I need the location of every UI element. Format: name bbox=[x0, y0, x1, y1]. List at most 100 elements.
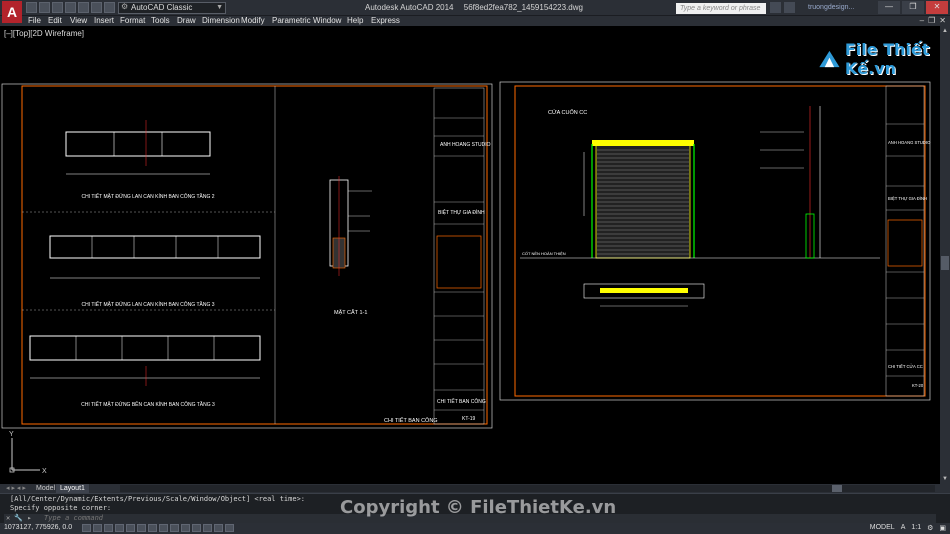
command-history-line: [All/Center/Dynamic/Extents/Previous/Sca… bbox=[10, 495, 306, 503]
dynamic-input-icon[interactable] bbox=[181, 524, 190, 532]
menu-window[interactable]: Window bbox=[313, 16, 341, 26]
transparency-icon[interactable] bbox=[203, 524, 212, 532]
selection-cycling-icon[interactable] bbox=[225, 524, 234, 532]
doc-restore-icon[interactable]: ❐ bbox=[928, 16, 935, 26]
cursor-coordinates[interactable]: 1073127, 775926, 0.0 bbox=[4, 524, 72, 531]
command-controls-icon[interactable]: ✕ 🔧 ▸ bbox=[6, 514, 32, 523]
3d-object-snap-icon[interactable] bbox=[148, 524, 157, 532]
clean-screen-icon[interactable]: ▣ bbox=[939, 524, 946, 532]
tb-image-box bbox=[887, 219, 923, 267]
save-icon[interactable] bbox=[52, 2, 63, 13]
command-placeholder: Type a command bbox=[44, 514, 104, 522]
tab-layout1[interactable]: Layout1 bbox=[56, 484, 89, 493]
roller-door: CỐT NỀN HOÀN THIỆN bbox=[520, 140, 880, 259]
vertical-scrollbar[interactable]: ▲ ▼ bbox=[940, 26, 950, 484]
lineweight-icon[interactable] bbox=[192, 524, 201, 532]
menu-express[interactable]: Express bbox=[371, 16, 400, 26]
infocenter-icons bbox=[770, 2, 795, 13]
tb-sheet-no: KT-19 bbox=[462, 416, 476, 422]
scroll-up-icon[interactable]: ▲ bbox=[940, 26, 950, 36]
copyright-watermark: Copyright © FileThietKe.vn bbox=[340, 497, 617, 518]
scroll-thumb[interactable] bbox=[832, 485, 842, 492]
svg-text:X: X bbox=[42, 468, 47, 475]
close-button[interactable]: ✕ bbox=[926, 1, 948, 14]
undo-icon[interactable] bbox=[91, 2, 102, 13]
status-bar: 1073127, 775926, 0.0 MODEL A 1:1 ⚙ ▣ bbox=[0, 523, 950, 534]
sheet-right: CỬA CUỐN CC CỐT NỀN HOÀN THIỆN ANH HOANG… bbox=[499, 81, 931, 401]
title-block-left: ANH HOANG STUDIO BIỆT THỰ GIA ĐÌNH CHI T… bbox=[433, 87, 491, 425]
section-title: MẶT CẮT 1-1 bbox=[334, 308, 367, 316]
drawing-title: CHI TIẾT MẶT ĐỨNG BÊN CAN KÍNH BAN CÔNG … bbox=[81, 400, 215, 408]
workspace-value: AutoCAD Classic bbox=[131, 3, 193, 12]
command-history-line: Specify opposite corner: bbox=[10, 504, 112, 512]
annotation-visibility-icon[interactable]: A bbox=[901, 524, 906, 532]
doc-close-icon[interactable]: ✕ bbox=[939, 16, 946, 26]
plot-icon[interactable] bbox=[78, 2, 89, 13]
annotation-scale-button[interactable]: 1:1 bbox=[911, 524, 921, 532]
snap-mode-icon[interactable] bbox=[93, 524, 102, 532]
object-snap-tracking-icon[interactable] bbox=[159, 524, 168, 532]
search-input[interactable]: Type a keyword or phrase bbox=[676, 3, 766, 14]
menu-modify[interactable]: Modify bbox=[241, 16, 265, 26]
tb-project: BIỆT THỰ GIA ĐÌNH bbox=[438, 208, 485, 216]
workspace-dropdown[interactable]: AutoCAD Classic ▼ bbox=[118, 2, 226, 14]
scroll-down-icon[interactable]: ▼ bbox=[940, 474, 950, 484]
scroll-thumb[interactable] bbox=[941, 256, 949, 270]
menu-help[interactable]: Help bbox=[347, 16, 363, 26]
workspace-switch-icon[interactable]: ⚙ bbox=[927, 524, 933, 532]
horizontal-scrollbar[interactable] bbox=[120, 485, 935, 492]
document-controls: – ❐ ✕ bbox=[920, 16, 946, 26]
drawing-canvas: CHI TIẾT MẶT ĐỨNG LAN CAN KÍNH BAN CÔNG … bbox=[1, 81, 931, 475]
plan-door bbox=[600, 288, 688, 293]
drawing-viewport[interactable]: [–][Top][2D Wireframe] CHI TIẾT MẶT ĐỨNG… bbox=[0, 26, 940, 484]
watermark-icon bbox=[819, 50, 840, 68]
roller-door-body bbox=[595, 143, 691, 259]
menu-file[interactable]: File bbox=[28, 16, 41, 26]
menu-draw[interactable]: Draw bbox=[177, 16, 196, 26]
ortho-mode-icon[interactable] bbox=[115, 524, 124, 532]
sheet-title: CHI TIẾT BAN CÔNG bbox=[384, 417, 438, 424]
railing-elevation-2: CHI TIẾT MẶT ĐỨNG LAN CAN KÍNH BAN CÔNG … bbox=[49, 235, 261, 308]
title-bar: A AutoCAD Classic ▼ Autodesk AutoCAD 201… bbox=[0, 0, 950, 23]
tb-image-box bbox=[436, 235, 482, 289]
open-icon[interactable] bbox=[39, 2, 50, 13]
model-space-button[interactable]: MODEL bbox=[870, 524, 895, 532]
minimize-button[interactable]: — bbox=[878, 1, 900, 14]
app-name: Autodesk AutoCAD 2014 bbox=[365, 3, 454, 12]
watermark-logo: File Thiết Kế.vn bbox=[818, 40, 940, 78]
menu-insert[interactable]: Insert bbox=[94, 16, 114, 26]
railing-glass bbox=[29, 335, 261, 361]
watermark-text: File Thiết Kế.vn bbox=[844, 40, 930, 78]
polar-tracking-icon[interactable] bbox=[126, 524, 135, 532]
doc-minimize-icon[interactable]: – bbox=[920, 16, 924, 26]
title-block-frame bbox=[433, 87, 485, 425]
application-menu-button[interactable]: A bbox=[2, 1, 22, 23]
railing-elevation-3: CHI TIẾT MẶT ĐỨNG BÊN CAN KÍNH BAN CÔNG … bbox=[29, 335, 261, 408]
infer-constraints-icon[interactable] bbox=[82, 524, 91, 532]
maximize-button[interactable]: ❐ bbox=[902, 1, 924, 14]
menu-tools[interactable]: Tools bbox=[151, 16, 170, 26]
menu-format[interactable]: Format bbox=[120, 16, 145, 26]
menu-parametric[interactable]: Parametric bbox=[272, 16, 311, 26]
dynamic-ucs-icon[interactable] bbox=[170, 524, 179, 532]
menu-dimension[interactable]: Dimension bbox=[202, 16, 240, 26]
tab-nav-icon[interactable]: ◂ ▸ ◂ ▸ bbox=[2, 484, 30, 493]
railing-glass bbox=[65, 131, 211, 157]
door-plan bbox=[583, 283, 705, 307]
save-as-icon[interactable] bbox=[65, 2, 76, 13]
sheet-right-paper bbox=[499, 81, 931, 401]
menu-edit[interactable]: Edit bbox=[48, 16, 62, 26]
drawing-title: CHI TIẾT MẶT ĐỨNG LAN CAN KÍNH BAN CÔNG … bbox=[81, 193, 214, 200]
menu-view[interactable]: View bbox=[70, 16, 87, 26]
user-icon[interactable] bbox=[784, 2, 795, 13]
grid-display-icon[interactable] bbox=[104, 524, 113, 532]
signed-in-user[interactable]: truongdesign... bbox=[808, 4, 854, 11]
quick-access-toolbar bbox=[26, 2, 115, 13]
search-icon[interactable] bbox=[770, 2, 781, 13]
quick-properties-icon[interactable] bbox=[214, 524, 223, 532]
new-icon[interactable] bbox=[26, 2, 37, 13]
redo-icon[interactable] bbox=[104, 2, 115, 13]
menu-bar: File Edit View Insert Format Tools Draw … bbox=[0, 16, 950, 26]
object-snap-icon[interactable] bbox=[137, 524, 146, 532]
chevron-down-icon: ▼ bbox=[216, 4, 223, 11]
